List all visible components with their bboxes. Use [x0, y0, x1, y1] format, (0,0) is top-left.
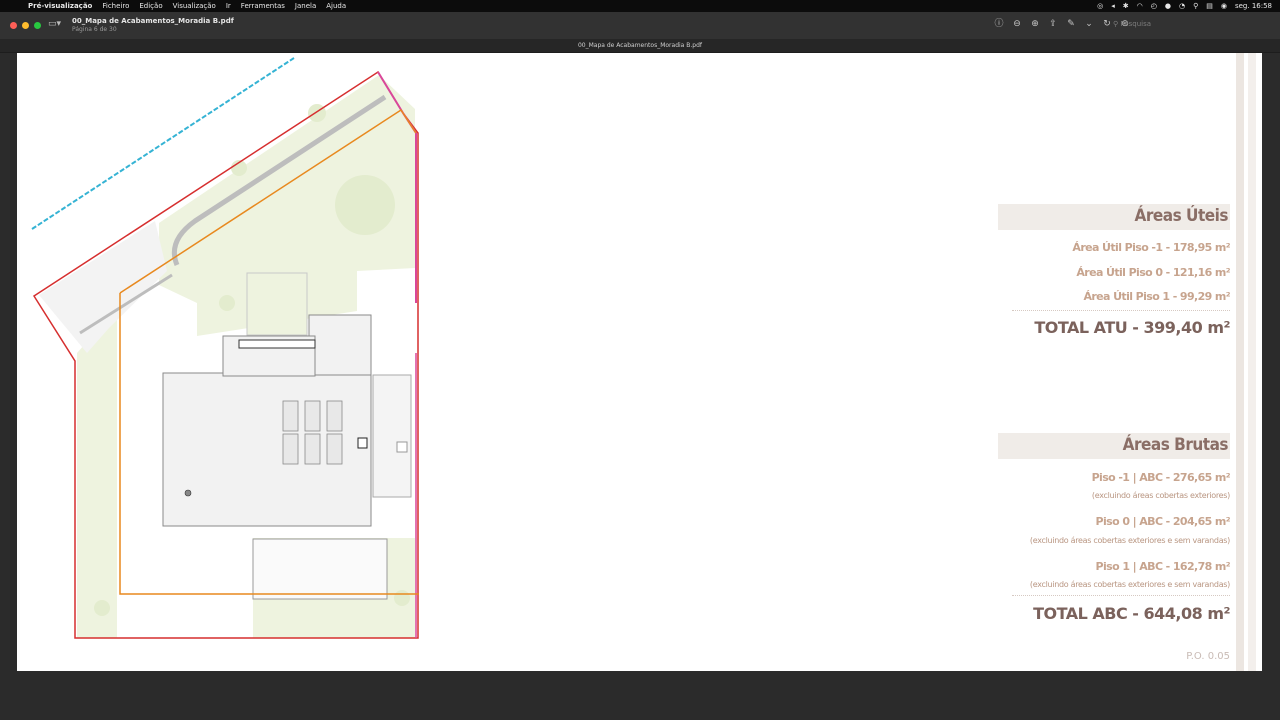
window-toolbar: ▭▾ 00_Mapa de Acabamentos_Moradia B.pdf … [0, 12, 1280, 40]
terrace [372, 374, 412, 498]
search-icon[interactable]: ⚲ [1193, 2, 1198, 10]
areas-brutas-title: Áreas Brutas [1122, 435, 1229, 455]
info-icon[interactable]: ⓘ [994, 18, 1004, 30]
bluetooth-icon[interactable]: ✱ [1123, 2, 1129, 10]
user-icon[interactable]: ● [1165, 2, 1171, 10]
chimney [357, 437, 368, 449]
siri-icon[interactable]: ◉ [1221, 2, 1227, 10]
garden-area [77, 308, 117, 638]
menubar: Pré-visualização Ficheiro Edição Visuali… [0, 0, 1280, 12]
site-plan-drawing [31, 57, 419, 639]
share-icon[interactable]: ⇪ [1048, 18, 1058, 30]
drain [184, 489, 192, 497]
areas-uteis-header: Áreas Úteis [998, 204, 1231, 230]
menu-edicao[interactable]: Edição [139, 2, 162, 10]
creative-cloud-icon[interactable]: ◎ [1097, 2, 1103, 10]
menu-ficheiro[interactable]: Ficheiro [102, 2, 129, 10]
volume-icon[interactable]: ◂ [1111, 2, 1115, 10]
menu-janela[interactable]: Janela [295, 2, 316, 10]
close-button[interactable] [10, 22, 17, 29]
time-machine-icon[interactable]: ◴ [1151, 2, 1157, 10]
traffic-lights [10, 22, 41, 29]
area-bruta-piso-0: Piso 0 | ABC - 204,65 m² [1095, 515, 1231, 528]
tree [394, 590, 410, 606]
rotate-icon[interactable]: ↻ [1102, 18, 1112, 30]
area-util-piso-1: Área Útil Piso 1 - 99,29 m² [1083, 290, 1230, 303]
markup-pen-icon[interactable]: ✎ [1066, 18, 1076, 30]
toolbar-tools: ⓘ ⊖ ⊕ ⇪ ✎ ⌄ ↻ ⊛ [994, 18, 1130, 30]
area-bruta-piso-1: Piso 1 | ABC - 162,78 m² [1095, 560, 1231, 573]
sidebar-toggle-icon[interactable]: ▭▾ [48, 19, 64, 29]
areas-uteis-title: Áreas Úteis [1134, 206, 1229, 226]
house-wing [308, 314, 372, 376]
pool [252, 538, 388, 600]
menu-ir[interactable]: Ir [226, 2, 231, 10]
divider [1012, 310, 1230, 311]
vent [396, 441, 408, 453]
area-util-piso-0: Área Útil Piso 0 - 121,16 m² [1076, 266, 1230, 279]
timer-icon[interactable]: ◔ [1179, 2, 1185, 10]
area-util-piso-menos1: Área Útil Piso -1 - 178,95 m² [1072, 241, 1230, 254]
areas-brutas-header: Áreas Brutas [998, 433, 1231, 459]
tree [308, 104, 326, 122]
search-field[interactable]: ⚲ Pesquisa [1113, 17, 1233, 31]
tree [94, 600, 110, 616]
area-bruta-piso-menos1: Piso -1 | ABC - 276,65 m² [1091, 471, 1231, 484]
chevron-down-icon[interactable]: ⌄ [1084, 18, 1094, 30]
clock[interactable]: seg. 16:58 [1235, 2, 1272, 10]
total-atu: TOTAL ATU - 399,40 m² [1034, 318, 1230, 337]
menu-ajuda[interactable]: Ajuda [326, 2, 346, 10]
page-indicator: Página 6 de 30 [72, 26, 117, 33]
menu-ferramentas[interactable]: Ferramentas [241, 2, 285, 10]
divider [1012, 595, 1230, 596]
viewer-background [0, 672, 1280, 720]
app-menu[interactable]: Pré-visualização [28, 2, 92, 10]
page-edge-stripes [1230, 53, 1262, 671]
area-bruta-note: (excluindo áreas cobertas exteriores e s… [1029, 536, 1230, 545]
tab-bar: 00_Mapa de Acabamentos_Moradia B.pdf [0, 40, 1280, 53]
minimize-button[interactable] [22, 22, 29, 29]
pdf-page[interactable]: Áreas Úteis Área Útil Piso -1 - 178,95 m… [17, 53, 1262, 671]
tree [219, 295, 235, 311]
menu-visualizacao[interactable]: Visualização [173, 2, 216, 10]
control-center-icon[interactable]: ▤ [1206, 2, 1213, 10]
search-placeholder: Pesquisa [1120, 20, 1152, 28]
zoom-out-icon[interactable]: ⊖ [1012, 18, 1022, 30]
area-bruta-note: (excluindo áreas cobertas exteriores) [1091, 491, 1230, 500]
total-abc: TOTAL ABC - 644,08 m² [1033, 604, 1230, 623]
page-number: P.O. 0.05 [1186, 651, 1230, 662]
planter [246, 272, 308, 336]
area-bruta-note: (excluindo áreas cobertas exteriores e s… [1029, 580, 1230, 589]
tree [335, 175, 395, 235]
tab-title[interactable]: 00_Mapa de Acabamentos_Moradia B.pdf [0, 42, 1280, 49]
skylight [238, 339, 316, 349]
wifi-icon[interactable]: ◠ [1137, 2, 1143, 10]
zoom-in-icon[interactable]: ⊕ [1030, 18, 1040, 30]
status-icons: ◎ ◂ ✱ ◠ ◴ ● ◔ ⚲ ▤ ◉ seg. 16:58 [1097, 0, 1272, 12]
zoom-button[interactable] [34, 22, 41, 29]
document-title: 00_Mapa de Acabamentos_Moradia B.pdf [72, 17, 234, 25]
